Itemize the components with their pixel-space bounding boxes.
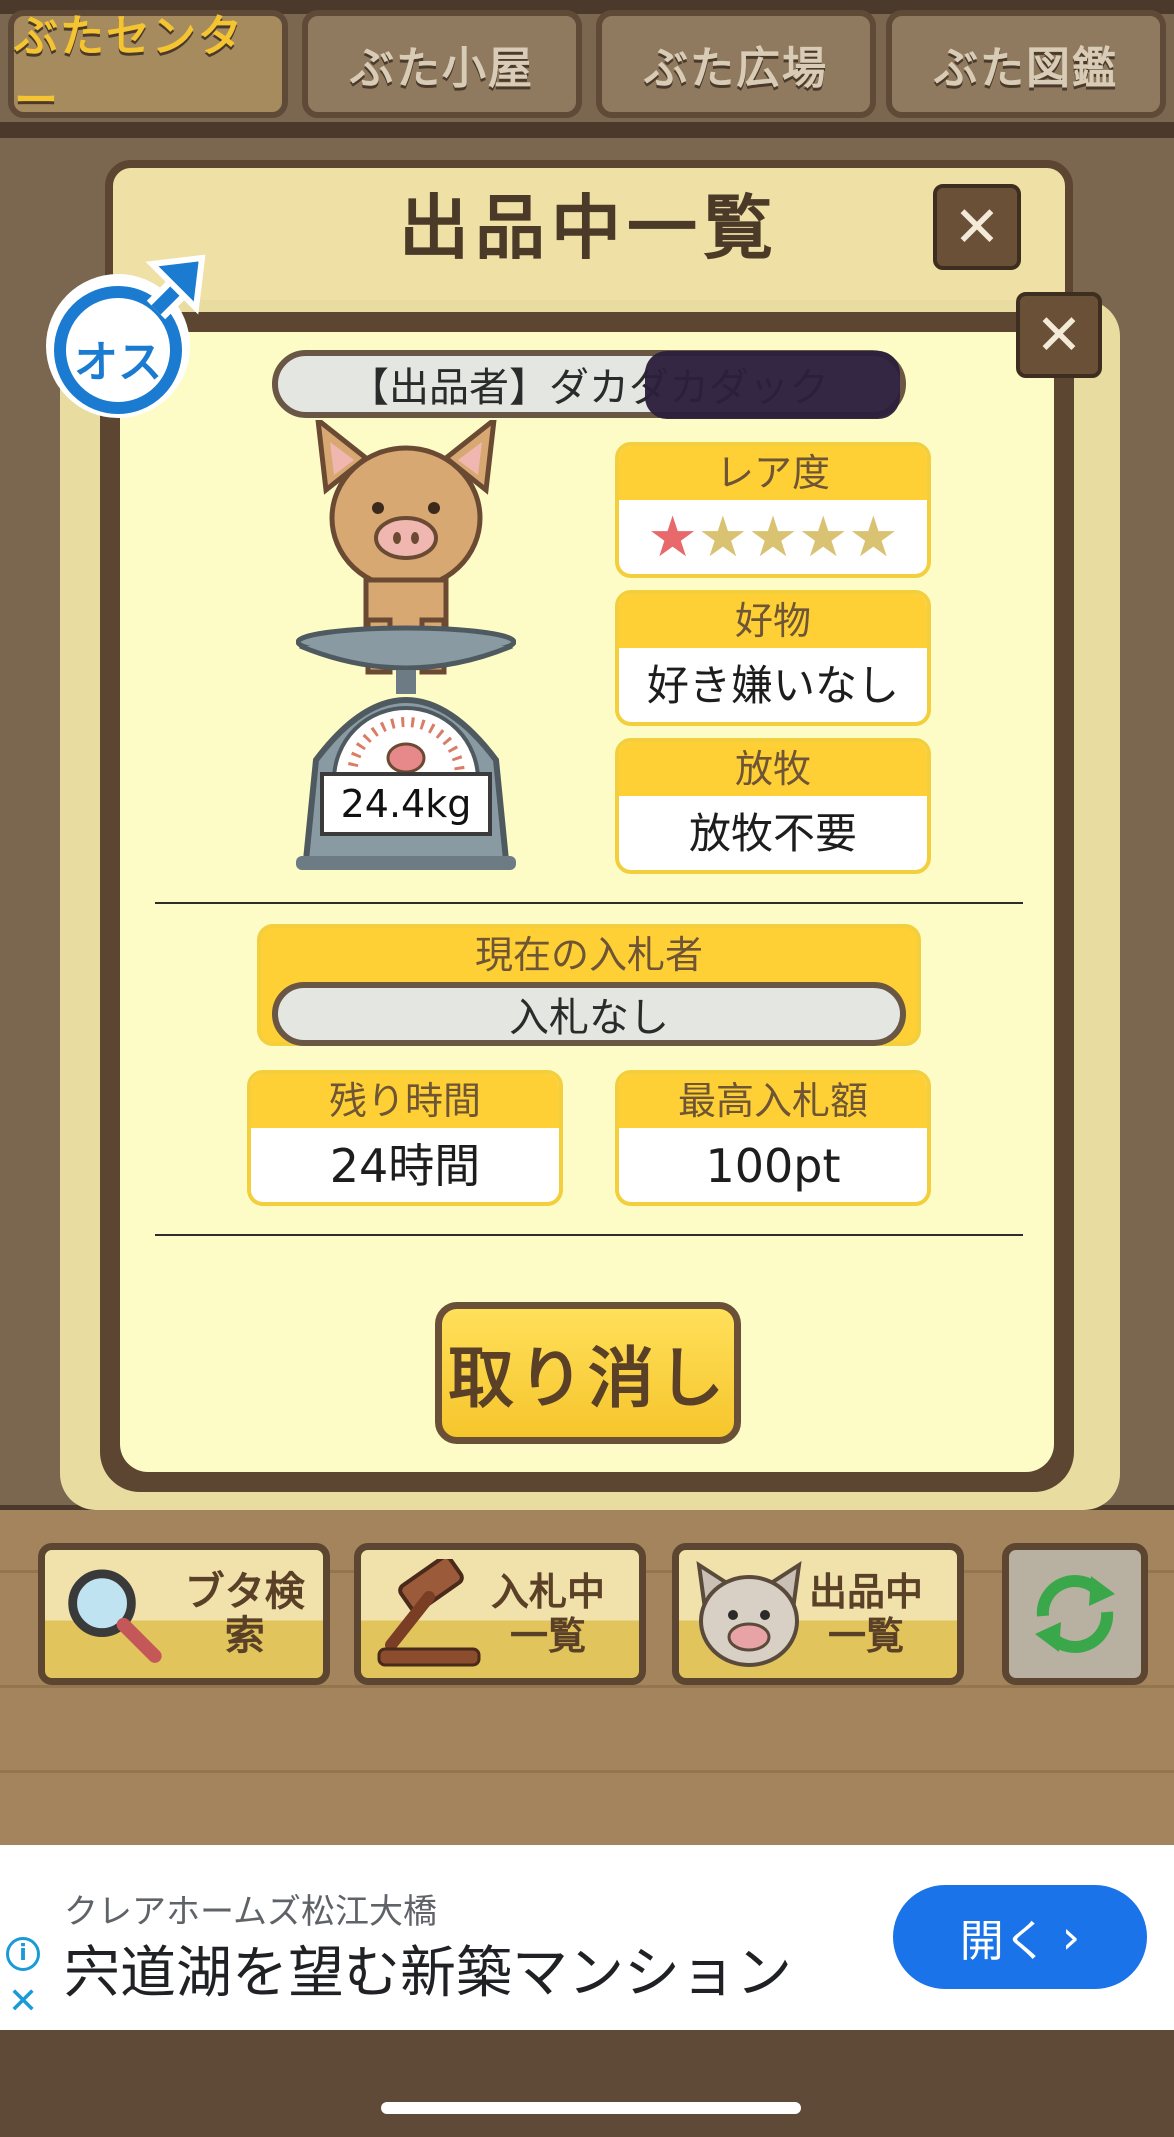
ad-close-icon[interactable]: ✕ xyxy=(8,1984,38,2020)
ad-advertiser: クレアホームズ松江大橋 xyxy=(64,1892,437,1932)
time-left-value: 24時間 xyxy=(329,1139,481,1193)
tab-buta-koya[interactable]: ぶた小屋 xyxy=(302,10,582,118)
gavel-icon xyxy=(377,1559,481,1667)
favorite-food-box: 好物 好き嫌いなし xyxy=(615,590,931,726)
ad-headline: 宍道湖を望む新築マンション xyxy=(64,1941,792,2006)
star-filled-icon: ★ xyxy=(647,504,698,570)
star-empty-icon: ★ xyxy=(747,504,799,570)
tab-buta-hiroba[interactable]: ぶた広場 xyxy=(596,10,876,118)
listing-list-label: 出品中 一覧 xyxy=(809,1570,924,1658)
time-left-box: 残り時間 24時間 xyxy=(247,1070,563,1206)
redaction-mark xyxy=(645,351,900,419)
pig-search-button[interactable]: ブタ検索 xyxy=(38,1543,330,1685)
close-icon: ✕ xyxy=(953,194,1001,260)
ad-open-button[interactable]: 開く › xyxy=(893,1885,1147,1989)
favorite-value: 好き嫌いなし xyxy=(646,661,899,710)
tab-buta-center[interactable]: ぶたセンター xyxy=(8,10,288,126)
listing-window-title: 出品中一覧 xyxy=(399,187,779,269)
ad-info-icon[interactable]: i xyxy=(6,1937,40,1971)
ad-open-label: 開く xyxy=(959,1916,1048,1967)
star-empty-icon: ★ xyxy=(848,504,899,570)
outer-close-button[interactable]: ✕ xyxy=(933,184,1021,270)
weight-readout: 24.4kg xyxy=(320,772,492,836)
refresh-button[interactable] xyxy=(1002,1543,1148,1685)
bottom-pattern xyxy=(0,2030,1174,2137)
pig-search-label: ブタ検索 xyxy=(184,1569,305,1659)
star-empty-icon: ★ xyxy=(798,504,849,570)
close-icon: ✕ xyxy=(1035,302,1083,368)
tab-buta-zukan[interactable]: ぶた図鑑 xyxy=(886,10,1166,118)
highest-bid-header: 最高入札額 xyxy=(619,1074,927,1128)
rarity-header: レア度 xyxy=(619,446,927,500)
bidding-list-button[interactable]: 入札中 一覧 xyxy=(354,1543,646,1685)
pig-face-icon xyxy=(696,1560,802,1667)
bidding-list-label: 入札中 一覧 xyxy=(491,1570,606,1658)
gender-label: オス xyxy=(74,337,162,388)
grazing-value: 放牧不要 xyxy=(688,809,857,858)
pig-on-scale-illustration: 24.4kg xyxy=(295,414,517,870)
highest-bid-value: 100pt xyxy=(705,1139,841,1193)
highest-bid-box: 最高入札額 100pt xyxy=(615,1070,931,1206)
male-gender-badge: オス xyxy=(34,254,206,420)
cancel-listing-button[interactable]: 取り消し xyxy=(435,1302,741,1444)
star-empty-icon: ★ xyxy=(697,504,748,570)
favorite-header: 好物 xyxy=(619,594,927,648)
detail-close-button[interactable]: ✕ xyxy=(1016,292,1102,378)
rarity-box: レア度 ★ ★ ★ ★ ★ xyxy=(615,442,931,578)
grazing-header: 放牧 xyxy=(619,742,927,796)
divider xyxy=(155,1234,1023,1236)
refresh-icon xyxy=(1035,1575,1115,1653)
current-bidder-field: 入札なし xyxy=(272,982,906,1046)
home-indicator[interactable] xyxy=(381,2102,801,2114)
listing-list-button[interactable]: 出品中 一覧 xyxy=(672,1543,964,1685)
magnifier-icon xyxy=(68,1569,162,1663)
current-bidder-value: 入札なし xyxy=(509,995,669,1041)
divider xyxy=(155,902,1023,904)
chevron-right-icon: › xyxy=(1061,1910,1081,1964)
current-bidder-header: 現在の入札者 xyxy=(261,928,917,982)
time-left-header: 残り時間 xyxy=(251,1074,559,1128)
cancel-label: 取り消し xyxy=(448,1340,728,1417)
grazing-box: 放牧 放牧不要 xyxy=(615,738,931,874)
rarity-stars: ★ ★ ★ ★ ★ xyxy=(619,500,927,574)
